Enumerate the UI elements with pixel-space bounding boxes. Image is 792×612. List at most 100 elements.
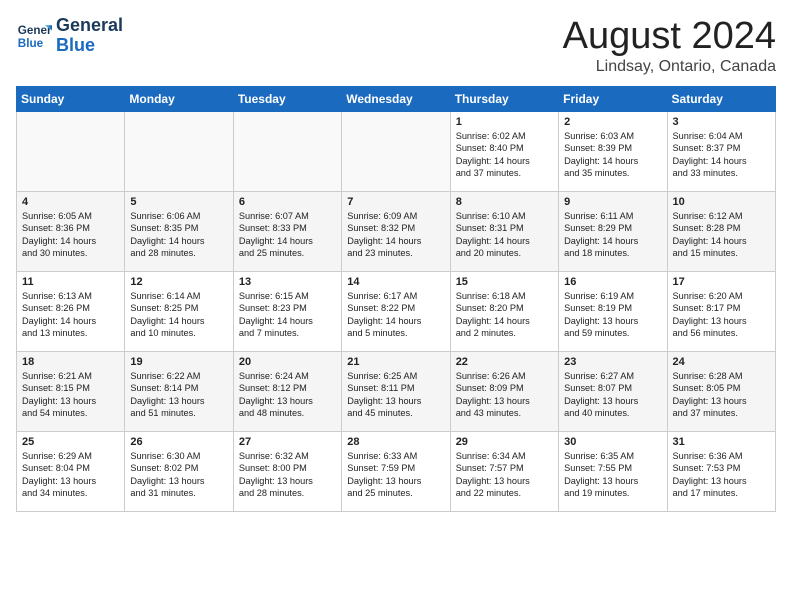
calendar-cell: 18Sunrise: 6:21 AM Sunset: 8:15 PM Dayli… <box>17 351 125 431</box>
calendar-header: SundayMondayTuesdayWednesdayThursdayFrid… <box>17 86 776 111</box>
day-number: 30 <box>564 436 661 448</box>
calendar-cell: 2 Sunrise: 6:03 AM Sunset: 8:39 PM Daylig… <box>559 111 667 191</box>
calendar-subtitle: Lindsay, Ontario, Canada <box>563 58 776 76</box>
calendar-cell: 4 Sunrise: 6:05 AM Sunset: 8:36 PM Daylig… <box>17 191 125 271</box>
calendar-cell: 21 Sunrise: 6:25 AM Sunset: 8:11 PM Dayli… <box>342 351 450 431</box>
day-info: Sunrise: 6:27 AM Sunset: 8:07 PM Dayligh… <box>564 370 661 420</box>
day-number: 4 <box>22 196 119 208</box>
day-info: Sunrise: 6:22 AM Sunset: 8:14 PM Dayligh… <box>130 370 227 420</box>
logo-general: General <box>56 16 123 36</box>
day-number: 17 <box>673 276 770 288</box>
header-day: Monday <box>125 86 233 111</box>
calendar-cell: 25 Sunrise: 6:29 AM Sunset: 8:04 PM Dayli… <box>17 431 125 511</box>
day-number: 24 <box>673 356 770 368</box>
calendar-cell: 9Sunrise: 6:11 AM Sunset: 8:29 PM Daylig… <box>559 191 667 271</box>
calendar-cell: 5 Sunrise: 6:06 AM Sunset: 8:35 PM Daylig… <box>125 191 233 271</box>
calendar-week-row: 25 Sunrise: 6:29 AM Sunset: 8:04 PM Dayli… <box>17 431 776 511</box>
day-info: Sunrise: 6:30 AM Sunset: 8:02 PM Dayligh… <box>130 450 227 500</box>
day-number: 22 <box>456 356 553 368</box>
calendar-cell: 14Sunrise: 6:17 AM Sunset: 8:22 PM Dayli… <box>342 271 450 351</box>
day-number: 6 <box>239 196 336 208</box>
calendar-cell: 6 Sunrise: 6:07 AM Sunset: 8:33 PM Daylig… <box>233 191 341 271</box>
day-info: Sunrise: 6:11 AM Sunset: 8:29 PM Dayligh… <box>564 210 661 260</box>
calendar-cell: 29 Sunrise: 6:34 AM Sunset: 7:57 PM Dayli… <box>450 431 558 511</box>
day-info: Sunrise: 6:34 AM Sunset: 7:57 PM Dayligh… <box>456 450 553 500</box>
day-number: 15 <box>456 276 553 288</box>
day-info: Sunrise: 6:24 AM Sunset: 8:12 PM Dayligh… <box>239 370 336 420</box>
day-info: Sunrise: 6:10 AM Sunset: 8:31 PM Dayligh… <box>456 210 553 260</box>
day-number: 28 <box>347 436 444 448</box>
calendar-cell: 26Sunrise: 6:30 AM Sunset: 8:02 PM Dayli… <box>125 431 233 511</box>
header: General Blue General Blue August 2024 Li… <box>16 16 776 76</box>
calendar-cell: 10 Sunrise: 6:12 AM Sunset: 8:28 PM Dayli… <box>667 191 775 271</box>
day-number: 21 <box>347 356 444 368</box>
logo-icon: General Blue <box>16 18 52 54</box>
day-number: 20 <box>239 356 336 368</box>
header-day: Wednesday <box>342 86 450 111</box>
calendar-cell: 8 Sunrise: 6:10 AM Sunset: 8:31 PM Daylig… <box>450 191 558 271</box>
header-row: SundayMondayTuesdayWednesdayThursdayFrid… <box>17 86 776 111</box>
header-day: Tuesday <box>233 86 341 111</box>
day-number: 31 <box>673 436 770 448</box>
day-info: Sunrise: 6:28 AM Sunset: 8:05 PM Dayligh… <box>673 370 770 420</box>
day-info: Sunrise: 6:02 AM Sunset: 8:40 PM Dayligh… <box>456 130 553 180</box>
calendar-week-row: 1 Sunrise: 6:02 AM Sunset: 8:40 PM Daylig… <box>17 111 776 191</box>
day-number: 29 <box>456 436 553 448</box>
calendar-cell <box>125 111 233 191</box>
calendar-title: August 2024 <box>563 16 776 58</box>
day-info: Sunrise: 6:25 AM Sunset: 8:11 PM Dayligh… <box>347 370 444 420</box>
day-info: Sunrise: 6:04 AM Sunset: 8:37 PM Dayligh… <box>673 130 770 180</box>
day-number: 10 <box>673 196 770 208</box>
day-info: Sunrise: 6:20 AM Sunset: 8:17 PM Dayligh… <box>673 290 770 340</box>
day-info: Sunrise: 6:07 AM Sunset: 8:33 PM Dayligh… <box>239 210 336 260</box>
day-number: 11 <box>22 276 119 288</box>
day-info: Sunrise: 6:06 AM Sunset: 8:35 PM Dayligh… <box>130 210 227 260</box>
calendar-cell: 20 Sunrise: 6:24 AM Sunset: 8:12 PM Dayli… <box>233 351 341 431</box>
day-info: Sunrise: 6:05 AM Sunset: 8:36 PM Dayligh… <box>22 210 119 260</box>
title-block: August 2024 Lindsay, Ontario, Canada <box>563 16 776 76</box>
calendar-cell: 7Sunrise: 6:09 AM Sunset: 8:32 PM Daylig… <box>342 191 450 271</box>
calendar-week-row: 4 Sunrise: 6:05 AM Sunset: 8:36 PM Daylig… <box>17 191 776 271</box>
calendar-cell: 28 Sunrise: 6:33 AM Sunset: 7:59 PM Dayli… <box>342 431 450 511</box>
calendar-cell: 3Sunrise: 6:04 AM Sunset: 8:37 PM Daylig… <box>667 111 775 191</box>
day-number: 1 <box>456 116 553 128</box>
calendar-cell: 15 Sunrise: 6:18 AM Sunset: 8:20 PM Dayli… <box>450 271 558 351</box>
calendar-cell: 16 Sunrise: 6:19 AM Sunset: 8:19 PM Dayli… <box>559 271 667 351</box>
calendar-cell: 12 Sunrise: 6:14 AM Sunset: 8:25 PM Dayli… <box>125 271 233 351</box>
calendar-cell: 11Sunrise: 6:13 AM Sunset: 8:26 PM Dayli… <box>17 271 125 351</box>
day-number: 16 <box>564 276 661 288</box>
header-day: Sunday <box>17 86 125 111</box>
day-number: 12 <box>130 276 227 288</box>
calendar-cell: 24 Sunrise: 6:28 AM Sunset: 8:05 PM Dayli… <box>667 351 775 431</box>
svg-text:Blue: Blue <box>18 37 44 50</box>
day-number: 8 <box>456 196 553 208</box>
day-info: Sunrise: 6:32 AM Sunset: 8:00 PM Dayligh… <box>239 450 336 500</box>
day-number: 14 <box>347 276 444 288</box>
calendar-cell: 27 Sunrise: 6:32 AM Sunset: 8:00 PM Dayli… <box>233 431 341 511</box>
day-number: 13 <box>239 276 336 288</box>
day-number: 23 <box>564 356 661 368</box>
day-info: Sunrise: 6:36 AM Sunset: 7:53 PM Dayligh… <box>673 450 770 500</box>
calendar-cell: 31 Sunrise: 6:36 AM Sunset: 7:53 PM Dayli… <box>667 431 775 511</box>
calendar-cell <box>17 111 125 191</box>
day-info: Sunrise: 6:33 AM Sunset: 7:59 PM Dayligh… <box>347 450 444 500</box>
calendar-cell: 22Sunrise: 6:26 AM Sunset: 8:09 PM Dayli… <box>450 351 558 431</box>
day-info: Sunrise: 6:19 AM Sunset: 8:19 PM Dayligh… <box>564 290 661 340</box>
logo: General Blue General Blue <box>16 16 123 56</box>
logo-blue: Blue <box>56 36 123 56</box>
day-info: Sunrise: 6:14 AM Sunset: 8:25 PM Dayligh… <box>130 290 227 340</box>
day-info: Sunrise: 6:03 AM Sunset: 8:39 PM Dayligh… <box>564 130 661 180</box>
day-info: Sunrise: 6:29 AM Sunset: 8:04 PM Dayligh… <box>22 450 119 500</box>
calendar-cell: 17 Sunrise: 6:20 AM Sunset: 8:17 PM Dayli… <box>667 271 775 351</box>
day-number: 19 <box>130 356 227 368</box>
day-number: 7 <box>347 196 444 208</box>
day-number: 2 <box>564 116 661 128</box>
day-info: Sunrise: 6:35 AM Sunset: 7:55 PM Dayligh… <box>564 450 661 500</box>
day-info: Sunrise: 6:18 AM Sunset: 8:20 PM Dayligh… <box>456 290 553 340</box>
day-number: 5 <box>130 196 227 208</box>
day-number: 25 <box>22 436 119 448</box>
calendar-cell: 23 Sunrise: 6:27 AM Sunset: 8:07 PM Dayli… <box>559 351 667 431</box>
calendar-week-row: 11Sunrise: 6:13 AM Sunset: 8:26 PM Dayli… <box>17 271 776 351</box>
day-info: Sunrise: 6:12 AM Sunset: 8:28 PM Dayligh… <box>673 210 770 260</box>
day-number: 27 <box>239 436 336 448</box>
